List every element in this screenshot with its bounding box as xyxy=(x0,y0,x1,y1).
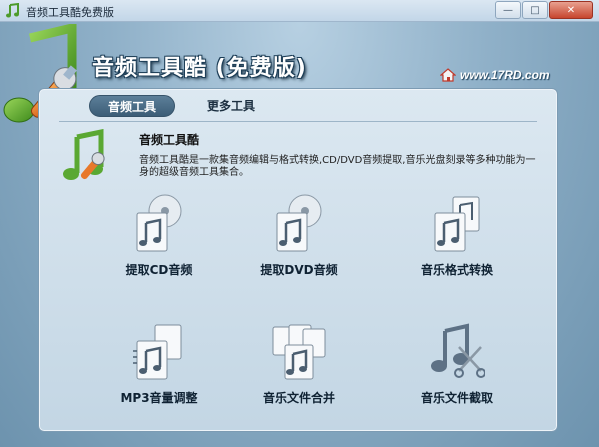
maximize-button[interactable]: □ xyxy=(522,1,548,19)
close-button[interactable]: ✕ xyxy=(549,1,593,19)
tab-divider xyxy=(59,121,537,122)
tool-label: MP3音量调整 xyxy=(120,391,198,405)
merge-files-icon xyxy=(272,324,326,380)
tool-label: 提取DVD音频 xyxy=(260,263,338,277)
tool-label: 音乐文件截取 xyxy=(420,391,493,405)
tool-mp3-volume[interactable]: MP3音量调整 xyxy=(94,321,224,406)
window-controls: — □ ✕ xyxy=(494,1,593,19)
dvd-music-icon xyxy=(276,194,322,252)
tool-cut-music[interactable]: 音乐文件截取 xyxy=(392,321,522,406)
main-panel: 音频工具 更多工具 音频工具酷 音频工具酷是一款集音频编辑与格式转换,CD/DV… xyxy=(38,88,558,432)
app-music-icon xyxy=(6,3,19,18)
website-link-text: www.17RD.com xyxy=(460,68,550,82)
app-logo-small-icon xyxy=(63,129,105,180)
tool-label: 提取CD音频 xyxy=(125,263,193,277)
app-body: 音频工具酷 (免费版) www.17RD.com 音频工具 更多工具 音频工具酷… xyxy=(0,22,599,447)
tab-audio-tools[interactable]: 音频工具 xyxy=(89,95,176,117)
cd-music-icon xyxy=(136,194,182,252)
website-link[interactable]: www.17RD.com xyxy=(440,68,550,82)
tab-bar: 音频工具 更多工具 xyxy=(89,95,273,117)
info-description: 音频工具酷是一款集音频编辑与格式转换,CD/DVD音频提取,音乐光盘刻录等多种功… xyxy=(139,155,536,178)
tab-more-tools[interactable]: 更多工具 xyxy=(189,95,273,117)
minimize-button[interactable]: — xyxy=(495,1,521,19)
tool-extract-cd[interactable]: 提取CD音频 xyxy=(94,193,224,278)
tool-label: 音乐文件合并 xyxy=(262,391,335,405)
tool-format-convert[interactable]: 音乐格式转换 xyxy=(392,193,522,278)
tool-merge-files[interactable]: 音乐文件合并 xyxy=(234,321,364,406)
volume-adjust-icon xyxy=(133,324,182,380)
tool-extract-dvd[interactable]: 提取DVD音频 xyxy=(234,193,364,278)
window-title: 音频工具酷免费版 xyxy=(26,6,114,19)
tool-label: 音乐格式转换 xyxy=(420,263,493,277)
format-convert-icon xyxy=(434,196,480,252)
app-title: 音频工具酷 (免费版) xyxy=(92,56,307,81)
info-title: 音频工具酷 xyxy=(139,133,200,147)
cut-music-icon xyxy=(431,323,485,378)
window-titlebar: 音频工具酷免费版 — □ ✕ xyxy=(0,0,599,22)
home-icon xyxy=(440,68,456,82)
